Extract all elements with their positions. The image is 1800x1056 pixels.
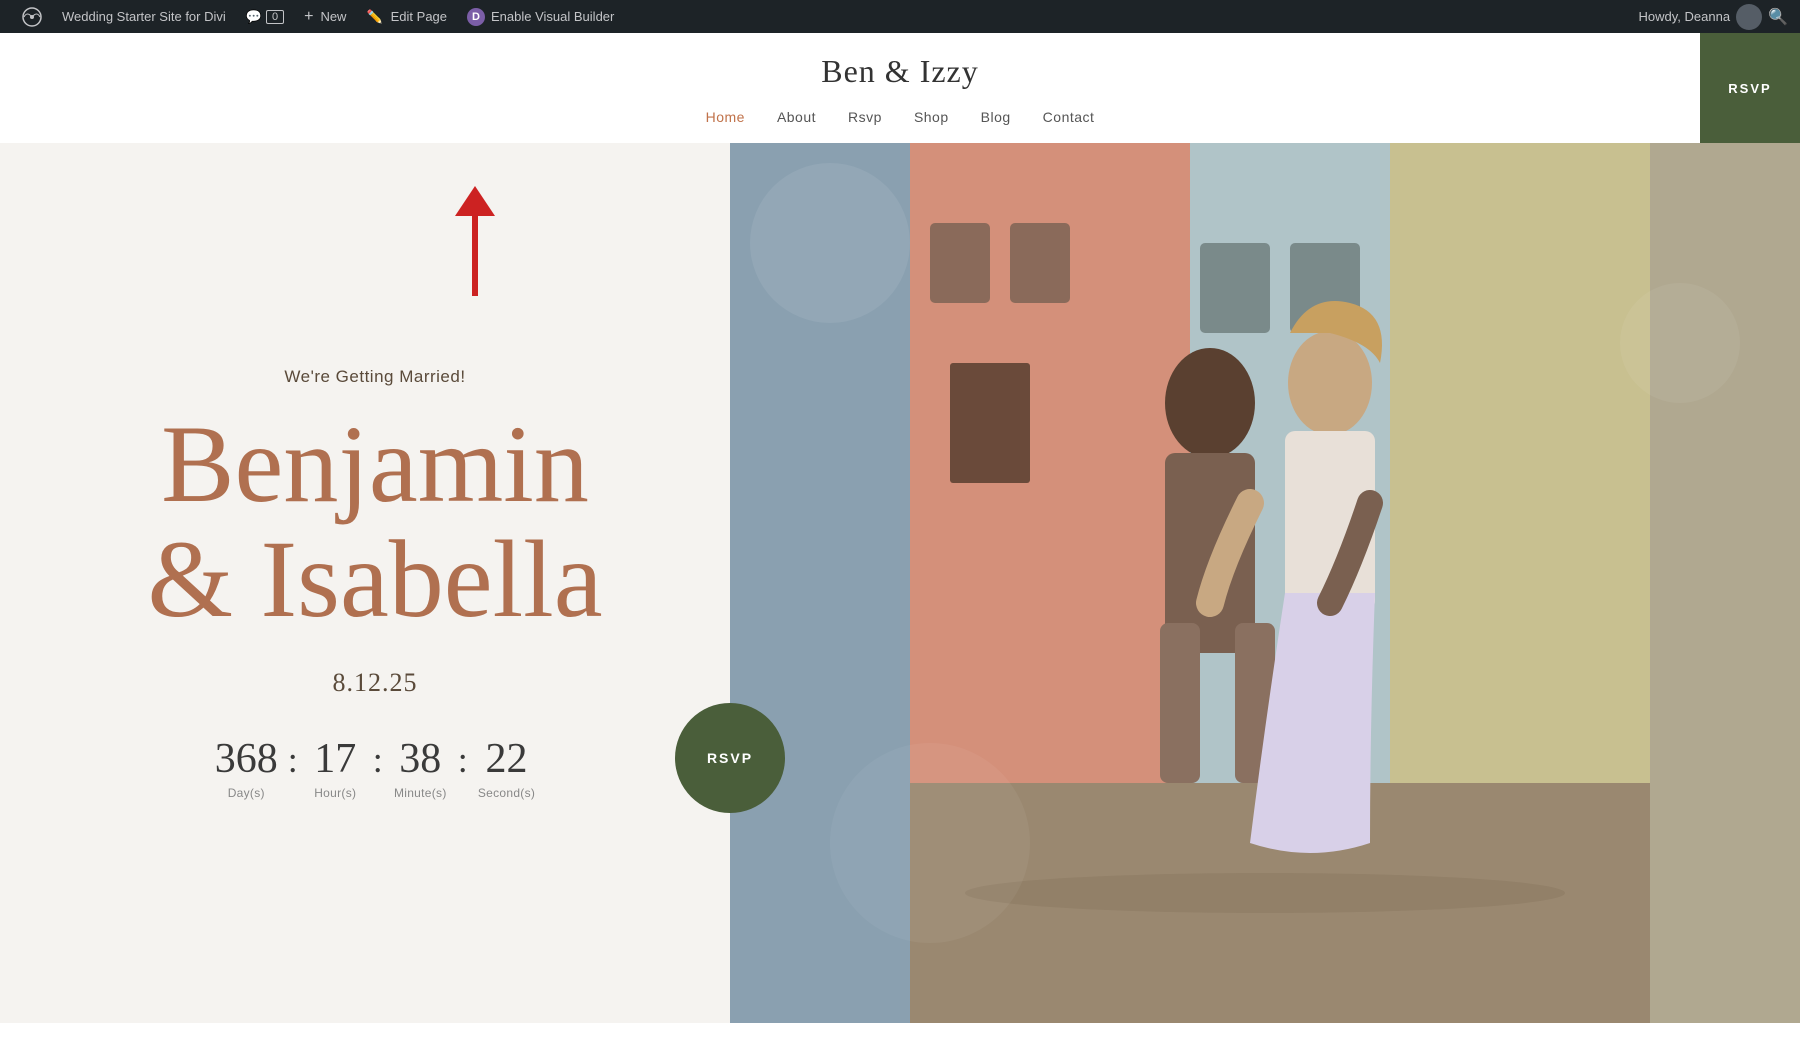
comments-item[interactable]: 💬 0 — [236, 0, 294, 33]
hero-subtitle: We're Getting Married! — [284, 367, 465, 387]
hours-value: 17 — [314, 738, 356, 780]
nav-shop[interactable]: Shop — [914, 109, 949, 125]
howdy-text: Howdy, Deanna — [1639, 9, 1731, 24]
site-title: Ben & Izzy — [821, 53, 979, 90]
site-header: Ben & Izzy Home About Rsvp Shop Blog Con… — [0, 33, 1800, 143]
countdown-seconds: 22 Second(s) — [478, 738, 535, 800]
rsvp-circle-button[interactable]: RSVP — [675, 703, 785, 813]
site-name-item[interactable]: Wedding Starter Site for Divi — [52, 0, 236, 33]
countdown-days: 368 Day(s) — [215, 738, 278, 800]
nav-blog[interactable]: Blog — [981, 109, 1011, 125]
hero-date: 8.12.25 — [333, 668, 418, 698]
name-line2: & Isabella — [147, 522, 602, 638]
plus-icon: + — [304, 8, 313, 26]
seconds-value: 22 — [486, 738, 528, 780]
site-title-block: Ben & Izzy — [821, 53, 979, 90]
search-icon[interactable]: 🔍 — [1768, 7, 1788, 27]
days-value: 368 — [215, 738, 278, 780]
countdown-hours: 17 Hour(s) — [308, 738, 363, 800]
enable-visual-builder-item[interactable]: D Enable Visual Builder — [457, 0, 624, 33]
countdown-timer: 368 Day(s) : 17 Hour(s) : 38 Minute(s) :… — [215, 738, 535, 800]
nav-rsvp[interactable]: Rsvp — [848, 109, 882, 125]
divi-icon: D — [467, 8, 485, 26]
admin-avatar[interactable] — [1736, 4, 1762, 30]
nav-about[interactable]: About — [777, 109, 816, 125]
hero-section: We're Getting Married! Benjamin & Isabel… — [0, 143, 1800, 1023]
minutes-label: Minute(s) — [394, 786, 447, 800]
name-line1: Benjamin — [147, 407, 602, 523]
seconds-label: Second(s) — [478, 786, 535, 800]
sep3: : — [458, 738, 468, 778]
sep1: : — [288, 738, 298, 778]
nav-home[interactable]: Home — [706, 109, 745, 125]
hero-names: Benjamin & Isabella — [147, 407, 602, 638]
minutes-value: 38 — [399, 738, 441, 780]
edit-icon: ✏️ — [366, 9, 382, 25]
wordpress-icon — [22, 7, 42, 27]
hero-photo — [730, 143, 1800, 1023]
new-item[interactable]: + New — [294, 0, 356, 33]
countdown-minutes: 38 Minute(s) — [393, 738, 448, 800]
nav-contact[interactable]: Contact — [1043, 109, 1095, 125]
edit-page-item[interactable]: ✏️ Edit Page — [356, 0, 457, 33]
admin-bar: Wedding Starter Site for Divi 💬 0 + New … — [0, 0, 1800, 33]
wordpress-logo-item[interactable] — [12, 0, 52, 33]
days-label: Day(s) — [228, 786, 265, 800]
comments-count: 0 — [266, 10, 284, 24]
rsvp-header-button[interactable]: RSVP — [1700, 33, 1800, 143]
hero-left-panel: We're Getting Married! Benjamin & Isabel… — [0, 143, 730, 1023]
comment-icon: 💬 — [246, 9, 262, 25]
hours-label: Hour(s) — [314, 786, 356, 800]
site-navigation: Home About Rsvp Shop Blog Contact — [706, 109, 1095, 125]
sep2: : — [373, 738, 383, 778]
admin-bar-right: Howdy, Deanna 🔍 — [1639, 4, 1788, 30]
